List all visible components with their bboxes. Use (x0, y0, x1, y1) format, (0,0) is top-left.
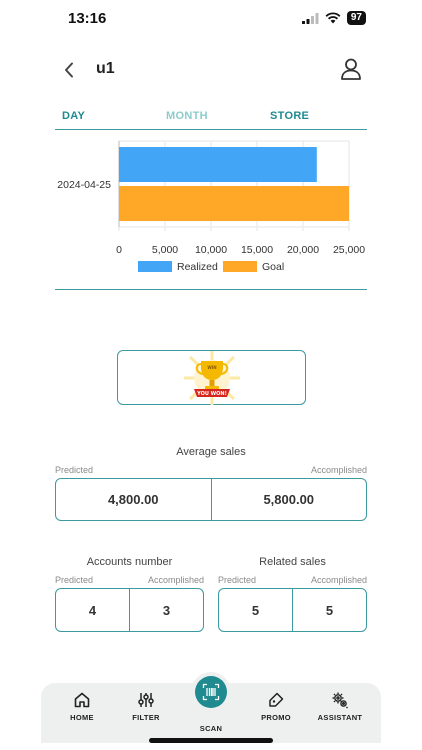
page-title: u1 (96, 60, 115, 77)
trophy-cup-text: WIN (207, 365, 216, 370)
trophy-badge-text: YOU WON! (196, 391, 227, 397)
tab-store[interactable]: STORE (270, 110, 309, 122)
tab-day[interactable]: DAY (62, 110, 85, 122)
accounts-predicted-label: Predicted (55, 575, 94, 585)
accounts-number-title: Accounts number (86, 556, 173, 568)
accounts-predicted: 4 (88, 602, 97, 618)
nav-filter-label: FILTER (132, 713, 160, 722)
status-bar: 13:16 97 (0, 0, 422, 40)
legend-label-realized: Realized (177, 261, 218, 273)
wifi-icon (325, 12, 341, 24)
bar-goal (119, 186, 349, 221)
chevron-left-icon (65, 62, 73, 78)
status-time: 13:16 (68, 10, 107, 27)
home-indicator (149, 738, 273, 743)
legend-label-goal: Goal (262, 261, 284, 273)
related-predicted-label: Predicted (218, 575, 257, 585)
bar-realized (119, 147, 317, 182)
filter-sliders-icon (138, 693, 154, 707)
user-icon (341, 58, 361, 80)
x-tick-label: 10,000 (195, 244, 227, 256)
trophy-card: WIN YOU WON! (117, 350, 306, 405)
barcode-scan-icon (202, 683, 220, 701)
nav-scan-label: SCAN (199, 724, 223, 733)
average-sales-accomplished-label: Accomplished (310, 465, 367, 475)
header: u1 (0, 50, 422, 90)
y-category-label: 2024-04-25 (57, 179, 111, 191)
nav-home[interactable]: HOME (47, 691, 117, 722)
related-accomplished: 5 (292, 589, 366, 631)
bottom-nav: HOME FILTER SCAN PROMO ASSISTANT (41, 676, 381, 743)
scan-button[interactable] (195, 676, 227, 708)
nav-assistant[interactable]: ASSISTANT (305, 691, 375, 722)
nav-promo-label: PROMO (261, 713, 291, 722)
accounts-accomplished-label: Accomplished (148, 575, 205, 585)
tab-month[interactable]: MONTH (166, 110, 208, 122)
status-icons: 97 (301, 11, 366, 25)
average-sales-predicted: 4,800.00 (107, 492, 159, 507)
average-sales-accomplished: 5,800.00 (210, 479, 367, 520)
x-tick-label: 15,000 (241, 244, 273, 256)
chart-divider (55, 289, 367, 290)
trophy-icon: WIN YOU WON! (183, 350, 240, 405)
x-tick-label: 5,000 (152, 244, 178, 256)
accounts-accomplished: 3 (129, 589, 203, 631)
accounts-number-box: 4 3 (55, 588, 204, 632)
profile-button[interactable] (338, 56, 364, 82)
home-icon (74, 692, 90, 708)
signal-icon (301, 12, 319, 24)
related-sales-title: Related sales (259, 556, 326, 568)
x-tick-label: 0 (116, 244, 122, 256)
nav-assistant-label: ASSISTANT (317, 713, 363, 722)
average-sales-title: Average sales (176, 446, 246, 458)
legend-swatch-realized (138, 261, 172, 272)
average-sales-predicted-label: Predicted (55, 465, 94, 475)
x-tick-label: 20,000 (287, 244, 319, 256)
x-tick-label: 25,000 (333, 244, 365, 256)
assistant-gears-icon (332, 692, 348, 709)
period-tabs: DAY MONTH STORE (55, 108, 367, 130)
nav-filter[interactable]: FILTER (111, 691, 181, 722)
nav-home-label: HOME (70, 713, 94, 722)
nav-promo[interactable]: PROMO (241, 691, 311, 722)
average-sales-box: 4,800.00 5,800.00 (55, 478, 367, 521)
back-button[interactable] (58, 58, 80, 82)
related-accomplished-label: Accomplished (311, 575, 368, 585)
related-predicted: 5 (251, 602, 260, 618)
sales-bar-chart: 0 5,000 10,000 15,000 20,000 25,000 2024-04-25… (57, 140, 365, 273)
legend-swatch-goal (223, 261, 257, 272)
related-sales-box: 5 5 (218, 588, 367, 632)
promo-tag-icon (269, 692, 284, 707)
battery-indicator: 97 (346, 11, 366, 25)
